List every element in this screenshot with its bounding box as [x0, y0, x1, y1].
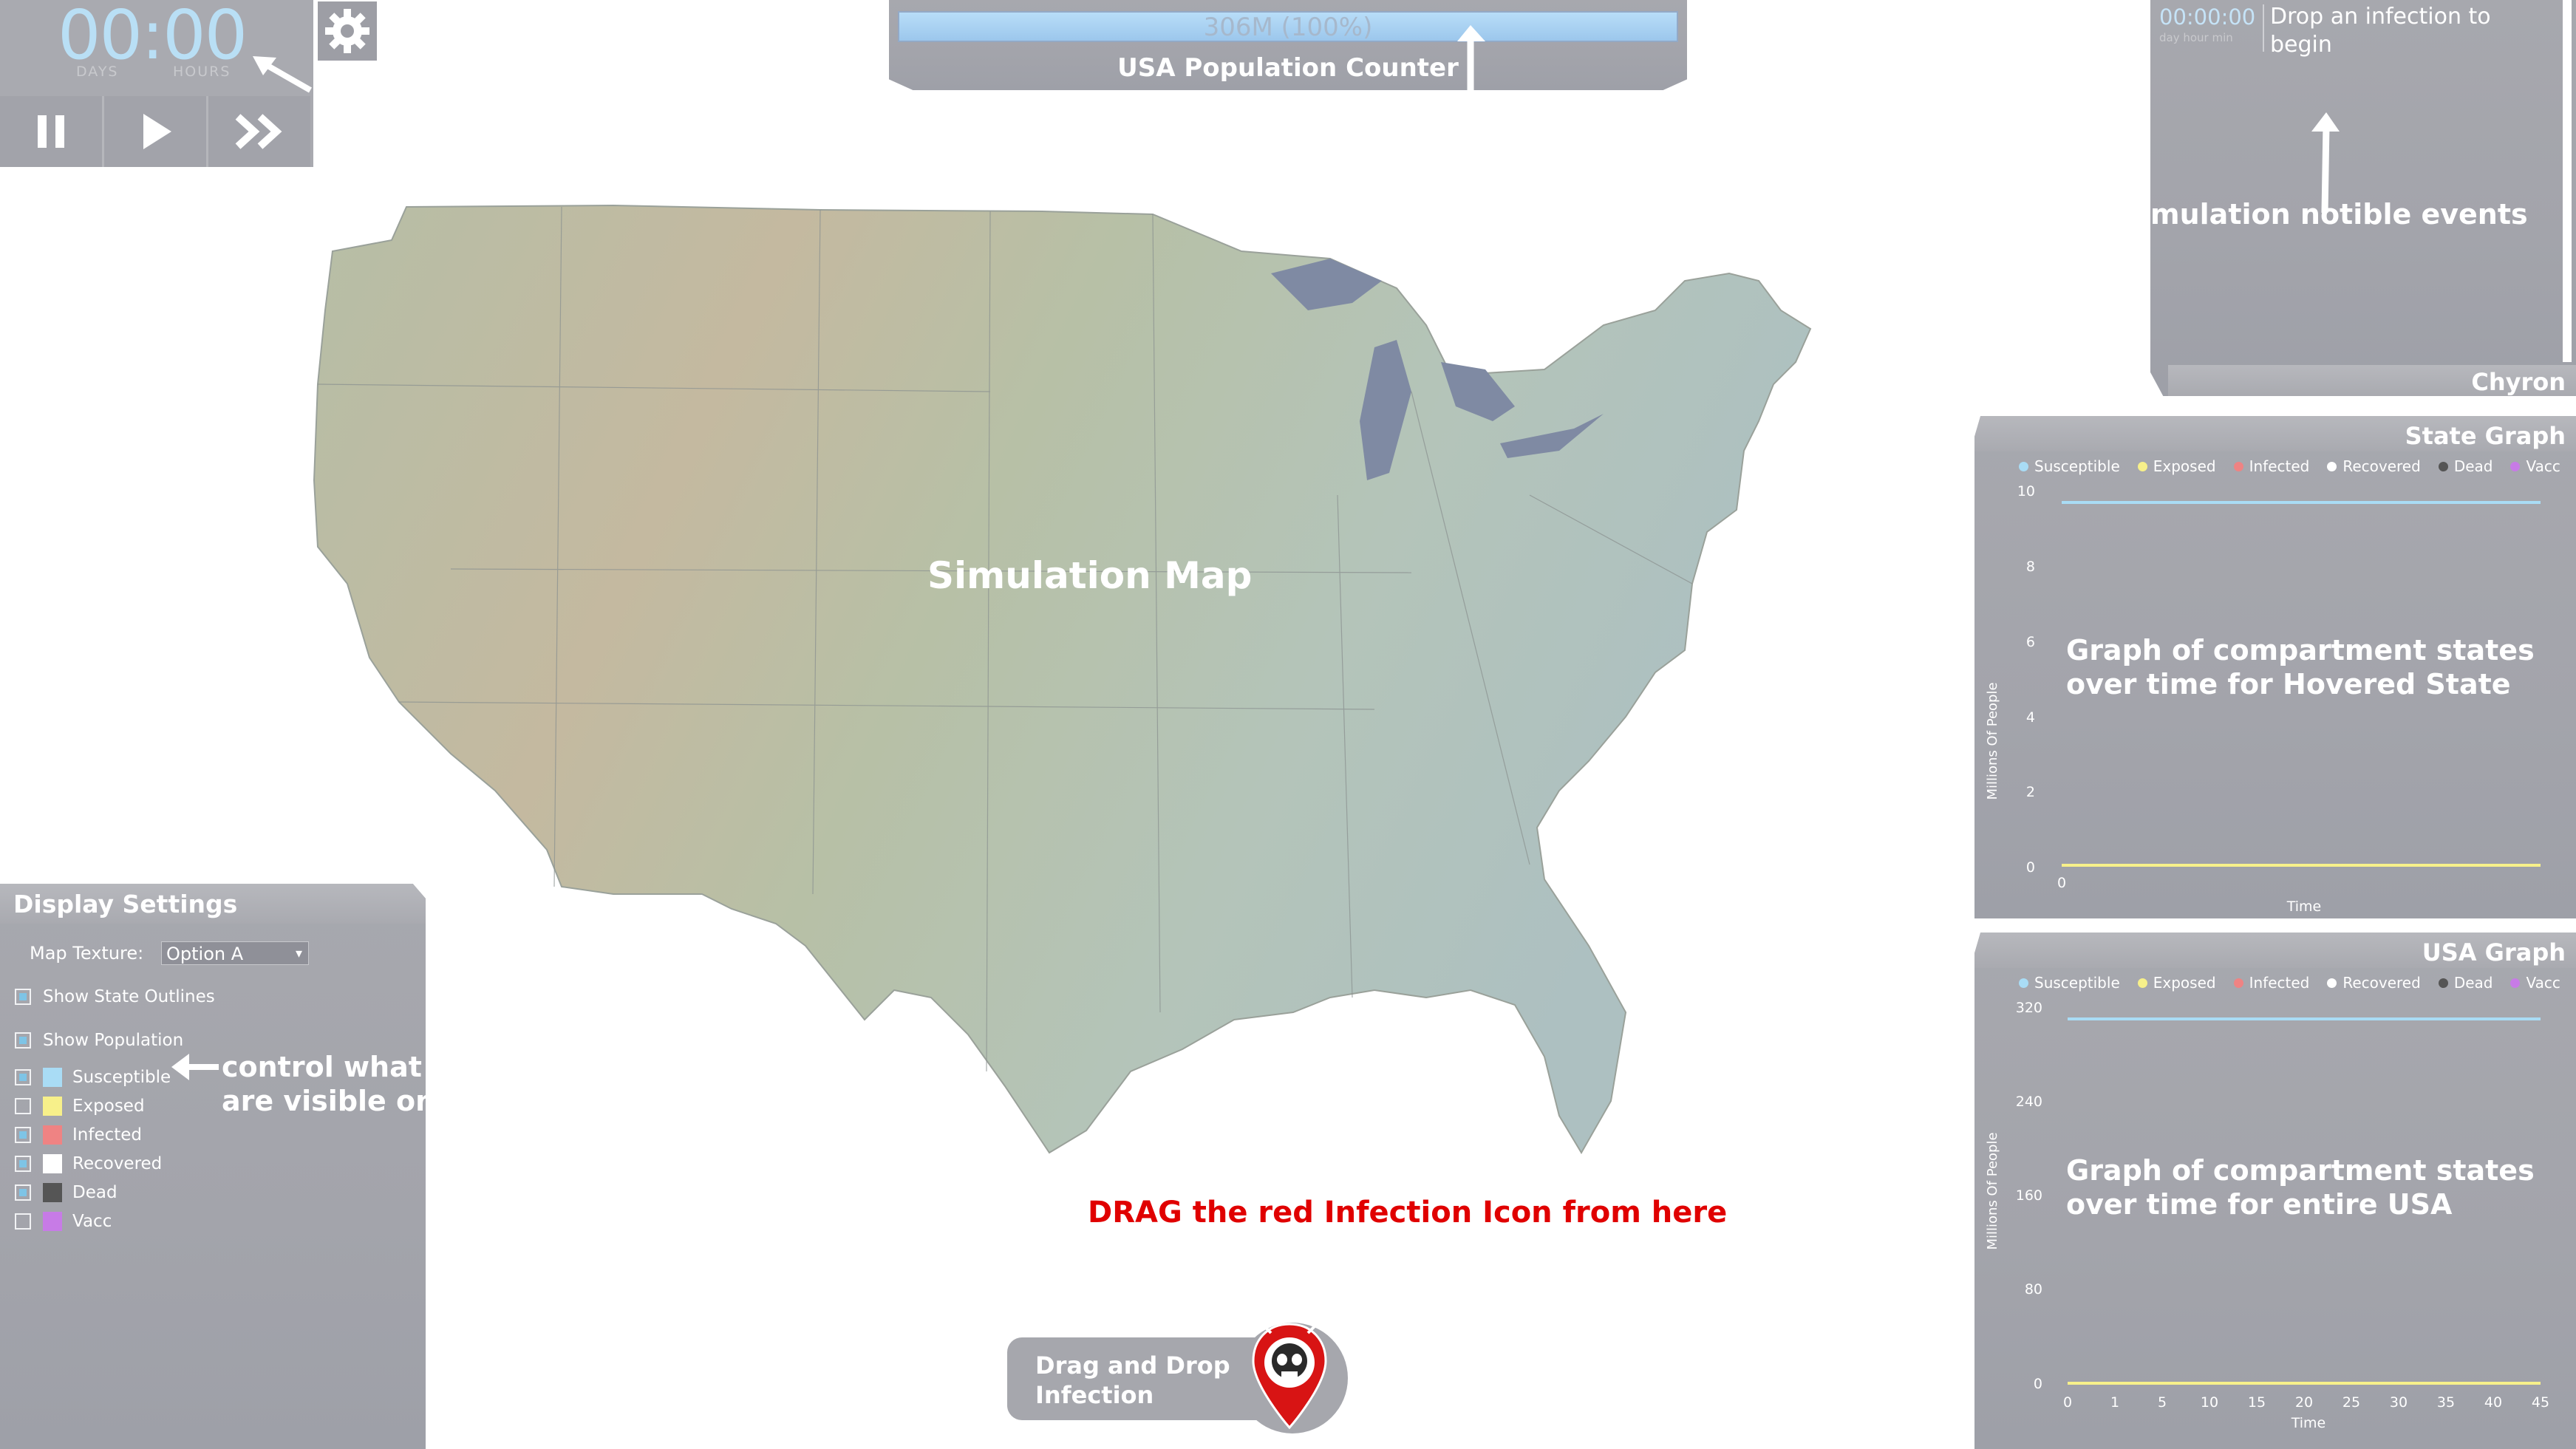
timer-hours-label: HOURS: [173, 64, 231, 80]
chyron-divider: [2263, 4, 2264, 52]
usa-landmass[interactable]: [313, 204, 1812, 1154]
recovered-checkbox[interactable]: [15, 1156, 31, 1172]
drag-drop-label-line2: Infection: [1035, 1381, 1154, 1409]
usa-graph-ytick: 0: [2034, 1376, 2042, 1392]
state-graph-panel: State Graph Susceptible Exposed Infected…: [1974, 416, 2576, 918]
chyron-message: Drop an infection to begin: [2270, 4, 2491, 58]
play-button[interactable]: [104, 96, 208, 167]
recovered-swatch: [43, 1154, 62, 1173]
state-graph-plot: Millions Of People 10 8 6 4 2 0 0 Time: [1985, 483, 2541, 915]
usa-graph-ytick: 320: [2016, 1000, 2042, 1016]
dead-swatch: [43, 1183, 62, 1202]
recovered-label: Recovered: [72, 1154, 163, 1173]
map-label: Simulation Map: [927, 554, 1253, 597]
exposed-swatch: [43, 1097, 62, 1116]
pause-icon: [38, 115, 64, 148]
state-graph-ytick: 4: [2026, 709, 2035, 726]
usa-graph-xticks: 0 1 5 10 15 20 25 30 35 40 45: [2063, 1394, 2549, 1411]
state-graph-annotation-2: over time for Hovered State: [2066, 668, 2511, 700]
map-texture-select[interactable]: Option A ▾: [161, 941, 309, 965]
timer-arrow: [253, 56, 312, 93]
usa-map[interactable]: [303, 200, 1951, 1175]
state-graph-ytick: 8: [2026, 559, 2035, 575]
usa-graph-xtick: 35: [2437, 1394, 2455, 1411]
chyron-time-units: day hour min: [2159, 31, 2233, 44]
usa-graph-xtick: 10: [2201, 1394, 2218, 1411]
vacc-label: Vacc: [72, 1212, 112, 1231]
fast-forward-icon: [235, 114, 282, 149]
population-progress-bar: 306M (100%): [898, 11, 1678, 42]
timer-value: 00:00: [58, 0, 248, 75]
state-graph-xlabel: Time: [2286, 899, 2322, 915]
show-state-outlines-label: Show State Outlines: [43, 987, 215, 1006]
susceptible-swatch: [43, 1068, 62, 1087]
usa-graph-xtick: 5: [2158, 1394, 2167, 1411]
drag-drop-label-line1: Drag and Drop: [1035, 1351, 1230, 1380]
usa-graph-annotation-1: Graph of compartment states: [2066, 1154, 2535, 1187]
infection-icon[interactable]: [1249, 1320, 1330, 1431]
usa-graph-ylabel: Millions Of People: [1985, 1132, 2000, 1249]
state-graph-ytick: 2: [2026, 784, 2035, 800]
usa-graph-ytick: 240: [2016, 1094, 2042, 1110]
susceptible-label: Susceptible: [72, 1068, 171, 1087]
infected-label: Infected: [72, 1125, 143, 1145]
usa-graph-xtick: 15: [2248, 1394, 2266, 1411]
exposed-label: Exposed: [72, 1097, 145, 1116]
fast-forward-button[interactable]: [208, 96, 310, 167]
map-texture-label: Map Texture:: [30, 943, 144, 964]
vacc-checkbox[interactable]: [15, 1213, 31, 1230]
gear-icon: [325, 9, 369, 53]
usa-graph-ytick: 80: [2025, 1281, 2042, 1298]
usa-graph-xtick: 20: [2295, 1394, 2313, 1411]
chyron-scrollbar[interactable]: [2563, 0, 2572, 362]
display-annotation-1: control what: [222, 1051, 422, 1083]
show-state-outlines-checkbox[interactable]: [15, 989, 31, 1005]
dead-label: Dead: [72, 1183, 117, 1202]
display-settings-panel: Display Settings Map Texture: Option A ▾…: [0, 884, 426, 1449]
population-progress-text: 306M (100%): [1203, 13, 1373, 42]
display-annotation-2: are visible on: [222, 1085, 436, 1117]
usa-graph-xtick: 40: [2484, 1394, 2502, 1411]
state-graph-xtick: 0: [2057, 875, 2066, 891]
settings-button[interactable]: [318, 1, 377, 61]
population-arrow: [1457, 25, 1485, 90]
vacc-swatch: [43, 1212, 62, 1231]
susceptible-checkbox[interactable]: [15, 1069, 31, 1085]
state-graph-ytick: 6: [2026, 634, 2035, 650]
chyron-title: Chyron: [2471, 368, 2566, 396]
state-graph-annotation-1: Graph of compartment states: [2066, 634, 2535, 666]
drag-hint: DRAG the red Infection Icon from here: [1088, 1196, 1728, 1230]
state-graph-ytick: 0: [2026, 859, 2035, 876]
infected-checkbox[interactable]: [15, 1127, 31, 1143]
show-population-label: Show Population: [43, 1031, 184, 1050]
usa-graph-xlabel: Time: [2291, 1415, 2326, 1431]
display-arrow: [171, 1054, 219, 1080]
usa-graph-xtick: 25: [2342, 1394, 2360, 1411]
usa-graph-xtick: 0: [2063, 1394, 2072, 1411]
drag-drop-panel: Drag and Drop Infection: [1007, 1337, 1273, 1420]
chevron-down-icon: ▾: [295, 946, 302, 961]
chyron-time: 00:00:00: [2159, 4, 2256, 30]
dead-checkbox[interactable]: [15, 1184, 31, 1201]
population-counter-panel: 306M (100%) USA Population Counter: [889, 0, 1687, 90]
pause-button[interactable]: [0, 96, 104, 167]
usa-graph-xtick: 30: [2390, 1394, 2408, 1411]
exposed-checkbox[interactable]: [15, 1098, 31, 1114]
usa-graph-xtick: 45: [2532, 1394, 2549, 1411]
state-graph-ytick: 10: [2017, 483, 2035, 500]
infected-swatch: [43, 1125, 62, 1145]
state-graph-ylabel: Millions Of People: [1985, 682, 2000, 799]
show-population-checkbox[interactable]: [15, 1032, 31, 1049]
chyron-footer: Chyron: [2168, 365, 2576, 396]
timer-days-label: DAYS: [76, 64, 119, 80]
population-counter-title: USA Population Counter: [1117, 53, 1459, 83]
notable-events-annotation: mulation notible events: [2150, 198, 2528, 231]
play-icon: [143, 114, 171, 149]
usa-graph-xtick: 1: [2110, 1394, 2119, 1411]
display-settings-title: Display Settings: [13, 890, 238, 918]
map-texture-value: Option A: [166, 944, 244, 964]
drag-drop-label: Drag and Drop Infection: [1035, 1351, 1230, 1410]
usa-graph-ytick: 160: [2016, 1187, 2042, 1204]
usa-graph-annotation-2: over time for entire USA: [2066, 1188, 2453, 1221]
